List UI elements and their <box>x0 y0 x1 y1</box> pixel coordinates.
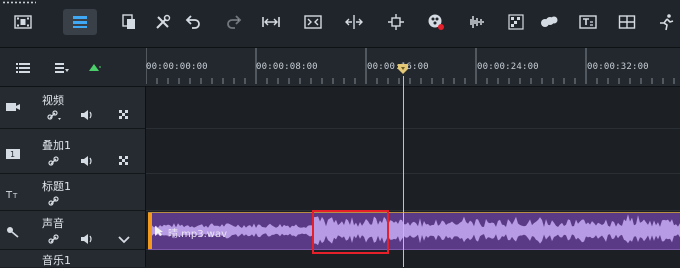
trim-button[interactable] <box>383 9 409 35</box>
motion-button[interactable] <box>654 9 680 35</box>
track-name: 声音 <box>42 217 64 230</box>
speaker-icon[interactable] <box>80 233 94 245</box>
redo-button[interactable] <box>221 9 247 35</box>
grid-icon <box>618 15 636 29</box>
title-T-icon: TT <box>5 190 18 200</box>
waveform-path <box>152 214 680 246</box>
undo-button[interactable] <box>180 9 206 35</box>
grid-button[interactable] <box>614 9 640 35</box>
running-figure-icon <box>660 14 674 31</box>
time-ruler[interactable]: 00:00:00:00 00:00:08:00 00:00:16:00 00:0… <box>146 48 680 86</box>
speaker-icon[interactable] <box>80 109 94 121</box>
record-capture-button[interactable] <box>423 9 449 35</box>
title-button[interactable] <box>575 9 601 35</box>
trim-box-icon <box>388 14 404 30</box>
fit-project-button[interactable] <box>258 9 284 35</box>
zoom-fit-button[interactable] <box>300 9 326 35</box>
clip-label: 晴.mp3.wav <box>168 229 228 240</box>
collapse-chevron-icon[interactable] <box>117 233 131 245</box>
microphone-icon <box>7 227 19 238</box>
green-triangle-marker-icon <box>89 64 101 71</box>
storyboard-view-button[interactable] <box>63 9 97 35</box>
track-name: 叠加1 <box>42 139 71 152</box>
fit-width-icon <box>262 17 280 27</box>
main-toolbar <box>0 0 680 48</box>
mosaic-button[interactable] <box>503 9 529 35</box>
link-icon[interactable] <box>47 195 61 207</box>
split-arrows-icon <box>345 15 363 29</box>
video-camera-icon <box>6 103 20 111</box>
list-icon <box>16 63 30 73</box>
svg-text:T: T <box>12 192 18 200</box>
link-icon[interactable] <box>47 155 61 167</box>
ruler-label: 00:00:08:00 <box>256 62 318 72</box>
track-lane-music[interactable] <box>146 250 680 267</box>
tools-button[interactable] <box>150 9 176 35</box>
export-button[interactable] <box>116 9 142 35</box>
playhead-handle-icon[interactable] <box>397 63 409 75</box>
ruler-label: 00:00:32:00 <box>587 62 649 72</box>
link-dropdown-icon[interactable] <box>47 109 61 121</box>
track-header-overlay[interactable]: 1 叠加1 <box>0 129 145 174</box>
track-name: 标题1 <box>42 180 71 193</box>
audio-clip-icon <box>155 226 163 236</box>
overlap-circles-icon <box>541 16 558 27</box>
split-button[interactable] <box>341 9 367 35</box>
track-header-video[interactable]: 视频 <box>0 87 145 129</box>
copy-export-icon <box>122 14 135 29</box>
audio-waveform <box>152 214 680 246</box>
track-header-title[interactable]: TT 标题1 <box>0 174 145 211</box>
track-header-voice[interactable]: 声音 <box>0 211 145 250</box>
color-wheel-record-icon <box>428 14 444 30</box>
track-name: 音乐1 <box>42 254 71 267</box>
speaker-icon[interactable] <box>80 155 94 167</box>
audio-mixer-button[interactable] <box>463 9 489 35</box>
track-lane-title[interactable] <box>146 174 680 211</box>
checkerboard-icon[interactable] <box>117 155 131 167</box>
checkerboard-icon[interactable] <box>117 109 131 121</box>
audio-clip[interactable]: 晴.mp3.wav <box>148 212 680 250</box>
ruler-label: 00:00:24:00 <box>477 62 539 72</box>
header-divider <box>145 86 146 267</box>
playhead-line[interactable] <box>403 76 404 267</box>
timeline-tracks-icon <box>73 16 87 28</box>
track-header-music[interactable]: 音乐1 <box>0 250 145 267</box>
timeline-view-button[interactable] <box>10 9 36 35</box>
drag-handle[interactable] <box>2 1 36 4</box>
text-box-icon <box>579 15 597 29</box>
wrench-screwdriver-icon <box>156 14 171 29</box>
svg-text:T: T <box>5 190 13 200</box>
overlay-track-icon: 1 <box>6 149 20 159</box>
chapter-list-button[interactable] <box>51 60 73 76</box>
ruler-label: 00:00:00:00 <box>146 62 208 72</box>
mosaic-icon <box>508 14 524 30</box>
undo-icon <box>185 15 200 29</box>
fit-screen-icon <box>304 15 322 29</box>
selection-highlight-box <box>312 210 389 254</box>
mask-button[interactable] <box>536 9 562 35</box>
track-name: 视频 <box>42 94 64 107</box>
track-lane-overlay[interactable] <box>146 129 680 174</box>
track-manager-button[interactable] <box>12 60 34 76</box>
waveform-icon <box>470 16 484 28</box>
svg-text:1: 1 <box>10 150 15 159</box>
redo-icon <box>227 15 242 29</box>
link-icon[interactable] <box>47 233 61 245</box>
track-lane-video[interactable] <box>146 87 680 129</box>
film-strip-icon <box>14 15 32 29</box>
list-dropdown-icon <box>55 63 69 73</box>
add-marker-button[interactable] <box>83 60 105 76</box>
